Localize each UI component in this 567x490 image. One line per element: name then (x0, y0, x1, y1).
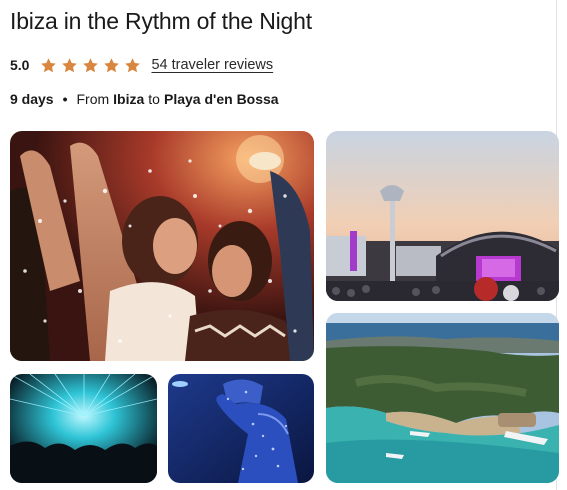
reviews-link[interactable]: 54 traveler reviews (151, 57, 273, 73)
star-rating (40, 57, 141, 74)
route-origin: Ibiza (113, 91, 145, 107)
star-icon (104, 57, 120, 72)
party-crowd-photo[interactable] (10, 131, 314, 361)
star-icon (41, 57, 57, 72)
star-icon (125, 57, 141, 72)
tour-title: Ibiza in the Rythm of the Night (10, 8, 312, 34)
trip-details: 9 days • From Ibiza to Playa d'en Bossa (10, 91, 283, 107)
rating-summary: 5.0 54 traveler reviews (10, 55, 273, 75)
coastline-aerial-photo[interactable] (326, 313, 559, 483)
star-icon (83, 57, 99, 72)
sparkle-dancer-photo[interactable] (168, 374, 314, 483)
trip-separator: • (62, 91, 68, 107)
route-to-label: to (148, 91, 160, 107)
route-destination: Playa d'en Bossa (163, 91, 279, 107)
star-icon (62, 57, 78, 72)
outdoor-stage-photo[interactable] (326, 131, 559, 301)
rating-score: 5.0 (10, 57, 30, 73)
laser-show-photo[interactable] (10, 374, 157, 483)
trip-duration: 9 days (10, 91, 54, 107)
route-from-label: From (76, 91, 110, 107)
